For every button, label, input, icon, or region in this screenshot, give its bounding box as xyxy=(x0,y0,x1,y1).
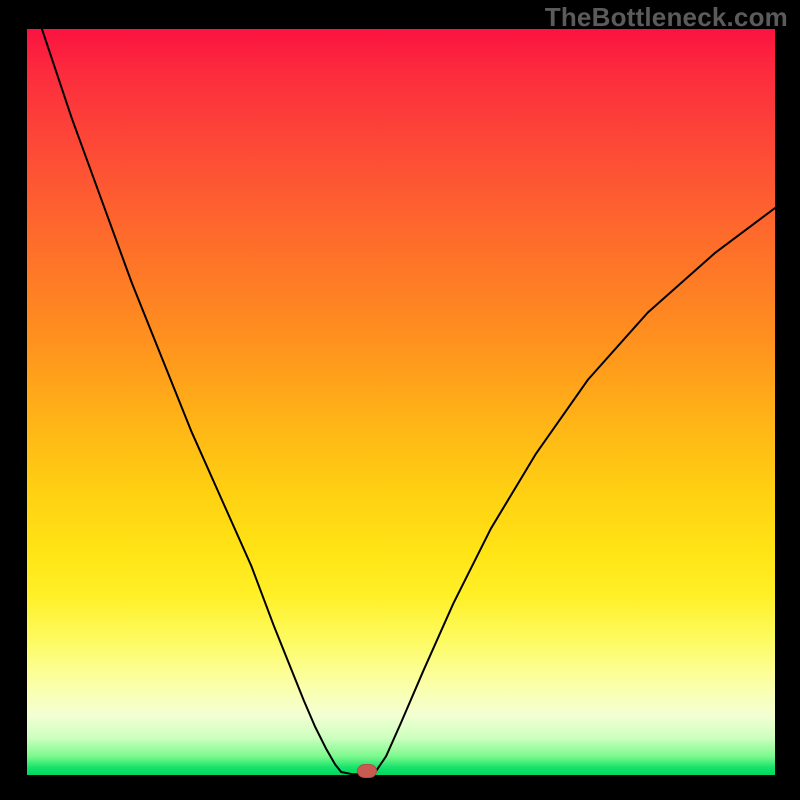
chart-frame: TheBottleneck.com xyxy=(0,0,800,800)
bottleneck-curve xyxy=(27,29,775,775)
watermark-text: TheBottleneck.com xyxy=(545,2,788,33)
plot-area xyxy=(26,28,776,776)
curve-path xyxy=(42,29,775,774)
optimal-point-marker xyxy=(357,764,377,778)
